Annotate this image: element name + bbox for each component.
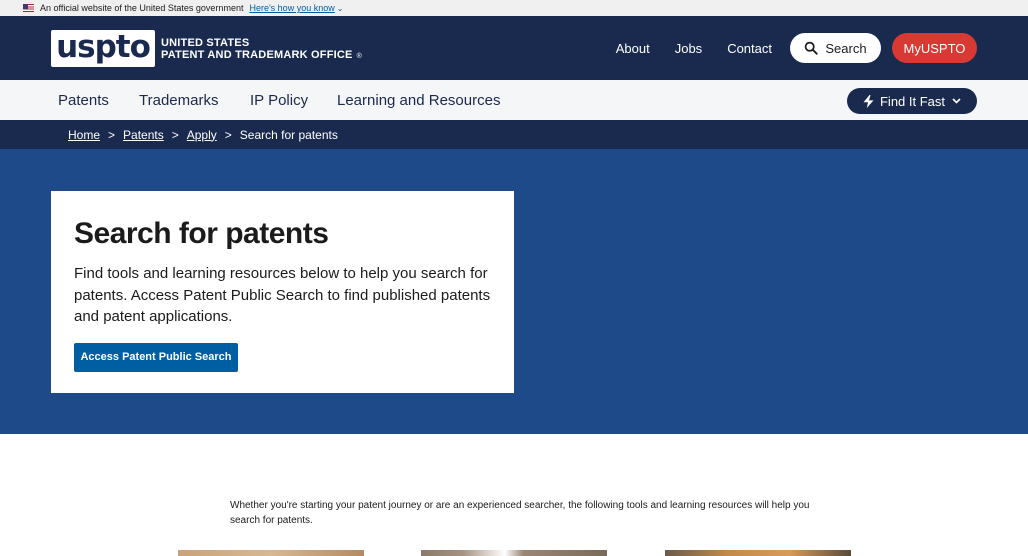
breadcrumb-separator: > (171, 127, 179, 142)
lightning-bolt-icon (863, 94, 874, 108)
header-link-jobs[interactable]: Jobs (675, 41, 702, 56)
hero-section: Search for patents Find tools and learni… (0, 149, 1028, 434)
breadcrumb-current: Search for patents (239, 127, 338, 142)
breadcrumb-separator: > (224, 127, 232, 142)
heres-how-you-know-link[interactable]: Here's how you know (249, 3, 334, 13)
hero-description: Find tools and learning resources below … (74, 265, 491, 325)
breadcrumb-apply[interactable]: Apply (187, 128, 217, 142)
hero-card: Search for patents Find tools and learni… (51, 191, 514, 393)
registered-mark: ® (356, 53, 362, 60)
breadcrumb-home[interactable]: Home (68, 128, 100, 142)
breadcrumb-separator: > (108, 127, 116, 142)
find-it-fast-label: Find It Fast (879, 93, 946, 109)
gov-banner-text: An official website of the United States… (40, 3, 244, 13)
us-flag-icon (23, 4, 34, 12)
resource-card-image[interactable] (421, 550, 607, 556)
chevron-down-icon[interactable]: ⌄ (337, 4, 344, 13)
nav-item-ip-policy[interactable]: IP Policy (250, 92, 308, 109)
site-header: uspto UNITED STATES PATENT AND TRADEMARK… (0, 16, 1028, 80)
search-button[interactable]: Search (790, 33, 881, 63)
find-it-fast-button[interactable]: Find It Fast (847, 88, 977, 114)
search-button-label: Search (825, 40, 867, 56)
myuspto-button[interactable]: MyUSPTO (892, 33, 977, 63)
chevron-down-icon (952, 98, 961, 104)
uspto-logo[interactable]: uspto (51, 30, 155, 67)
header-nav: About Jobs Contact Search MyUSPTO (616, 33, 977, 63)
agency-line-1: UNITED STATES (161, 37, 250, 49)
header-link-about[interactable]: About (616, 41, 650, 56)
gov-banner: An official website of the United States… (0, 0, 1028, 16)
resource-cards (0, 550, 1028, 556)
header-link-contact[interactable]: Contact (727, 41, 772, 56)
resource-card-image[interactable] (178, 550, 364, 556)
agency-name[interactable]: UNITED STATES PATENT AND TRADEMARK OFFIC… (161, 37, 362, 63)
nav-item-trademarks[interactable]: Trademarks (139, 92, 218, 109)
intro-text: Whether you're starting your patent jour… (230, 500, 810, 526)
breadcrumb: Home > Patents > Apply > Search for pate… (0, 120, 1028, 149)
agency-line-2: PATENT AND TRADEMARK OFFICE (161, 49, 353, 61)
page-title: Search for patents (74, 217, 329, 250)
main-nav: Patents Trademarks IP Policy Learning an… (0, 80, 1028, 120)
breadcrumb-patents[interactable]: Patents (123, 128, 164, 142)
nav-item-learning-resources[interactable]: Learning and Resources (337, 92, 500, 109)
myuspto-button-label: MyUSPTO (903, 40, 966, 56)
search-icon (805, 41, 819, 55)
access-patent-public-search-button[interactable]: Access Patent Public Search (74, 342, 238, 372)
resource-card-image[interactable] (665, 550, 851, 556)
logo-text: uspto (56, 28, 151, 65)
nav-item-patents[interactable]: Patents (58, 92, 109, 109)
